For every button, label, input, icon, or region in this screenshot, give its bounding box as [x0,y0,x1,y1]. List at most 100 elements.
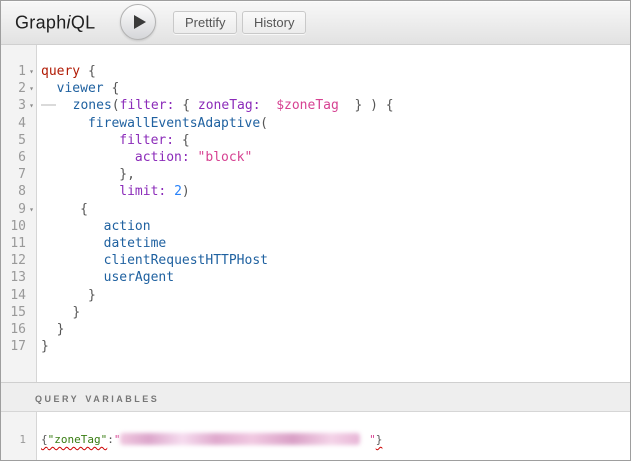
code-token [41,288,88,303]
code-token [261,98,277,113]
code-line[interactable]: 12 clientRequestHTTPHost [1,252,630,269]
code-token: } [72,305,80,320]
code-token: { [80,202,88,217]
code-token: ( [260,116,268,131]
redacted-zone-tag-value [120,433,360,445]
code-token: $zoneTag [276,98,339,113]
code-line[interactable]: 7 }, [1,166,630,183]
logo-text-ql: QL [71,12,96,32]
code-token: userAgent [104,270,174,285]
line-number: 1 [1,63,26,80]
gutter-spacer [26,149,37,166]
play-icon [133,14,147,30]
whitespace-marker [41,104,56,106]
code-line[interactable]: 1{"zoneTag":" "} [1,431,630,448]
logo-text-graph: Graph [15,12,67,32]
variables-code: 1{"zoneTag":" "} [1,412,630,448]
line-number: 1 [1,431,26,448]
query-variables-header[interactable]: Query Variables [1,382,630,412]
code-line[interactable]: 3▾ zones(filter: { zoneTag: $zoneTag } )… [1,97,630,114]
code-token [41,133,119,148]
fold-arrow-icon[interactable]: ▾ [26,63,37,80]
code-line[interactable]: 5 filter: { [1,132,630,149]
gutter-spacer [26,252,37,269]
query-editor[interactable]: 1▾query {2▾ viewer {3▾ zones(filter: { z… [1,45,630,382]
code-token [41,202,80,217]
graphiql-window: GraphiQL Prettify History 1▾query {2▾ vi… [0,0,631,461]
prettify-button[interactable]: Prettify [173,11,237,34]
variables-editor[interactable]: 1{"zoneTag":" "} [1,412,630,460]
code-token: action: [135,150,190,165]
line-number: 2 [1,80,26,97]
gutter-spacer [26,304,37,321]
code-token [190,150,198,165]
gutter-spacer [26,166,37,183]
line-number: 12 [1,252,26,269]
code-token: datetime [104,236,167,251]
code-line[interactable]: 13 userAgent [1,269,630,286]
code-token: } [376,433,383,446]
fold-arrow-icon[interactable]: ▾ [26,97,37,114]
code-token: ( [112,98,120,113]
code-token: { [104,81,120,96]
code-token: action [104,219,151,234]
code-token: " [362,433,375,446]
code-line[interactable]: 15 } [1,304,630,321]
line-number: 10 [1,218,26,235]
code-token: filter: [119,133,174,148]
code-token: 2 [174,184,182,199]
app-logo: GraphiQL [15,12,95,33]
code-token: viewer [57,81,104,96]
code-token: "zoneTag" [48,433,108,446]
query-code: 1▾query {2▾ viewer {3▾ zones(filter: { z… [1,45,630,355]
toolbar: GraphiQL Prettify History [1,1,630,45]
code-token: clientRequestHTTPHost [104,253,268,268]
code-token: { [174,98,197,113]
code-token [41,150,135,165]
code-token: filter: [120,98,175,113]
line-number: 15 [1,304,26,321]
fold-arrow-icon[interactable]: ▾ [26,80,37,97]
code-token: }, [119,167,135,182]
execute-query-button[interactable] [120,4,156,40]
gutter-spacer [26,218,37,235]
code-line[interactable]: 9▾ { [1,201,630,218]
code-line[interactable]: 2▾ viewer { [1,80,630,97]
code-token [57,98,73,113]
line-number: 11 [1,235,26,252]
code-token: { [80,64,96,79]
code-token: "block" [198,150,253,165]
line-number: 6 [1,149,26,166]
code-token: ) [182,184,190,199]
line-number: 7 [1,166,26,183]
code-line[interactable]: 8 limit: 2) [1,183,630,200]
code-token [41,322,57,337]
code-line[interactable]: 10 action [1,218,630,235]
code-line[interactable]: 16 } [1,321,630,338]
query-variables-title: Query Variables [35,390,159,405]
code-token: query [41,64,80,79]
gutter-spacer [26,269,37,286]
code-token: } [88,288,96,303]
code-token [166,184,174,199]
code-token [41,116,88,131]
history-button[interactable]: History [242,11,306,34]
fold-arrow-icon[interactable]: ▾ [26,201,37,218]
line-number: 5 [1,132,26,149]
code-token: } [57,322,65,337]
code-line[interactable]: 1▾ query { [1,63,630,80]
line-number: 13 [1,269,26,286]
gutter-spacer [26,235,37,252]
code-line[interactable]: 6 action: "block" [1,149,630,166]
line-number: 14 [1,287,26,304]
code-line[interactable]: 17} [1,338,630,355]
line-number: 9 [1,201,26,218]
line-number: 3 [1,97,26,114]
gutter-spacer [26,132,37,149]
code-token [41,270,104,285]
gutter-spacer [26,183,37,200]
code-line[interactable]: 4 firewallEventsAdaptive( [1,115,630,132]
code-line[interactable]: 14 } [1,287,630,304]
code-line[interactable]: 11 datetime [1,235,630,252]
code-token [41,253,104,268]
